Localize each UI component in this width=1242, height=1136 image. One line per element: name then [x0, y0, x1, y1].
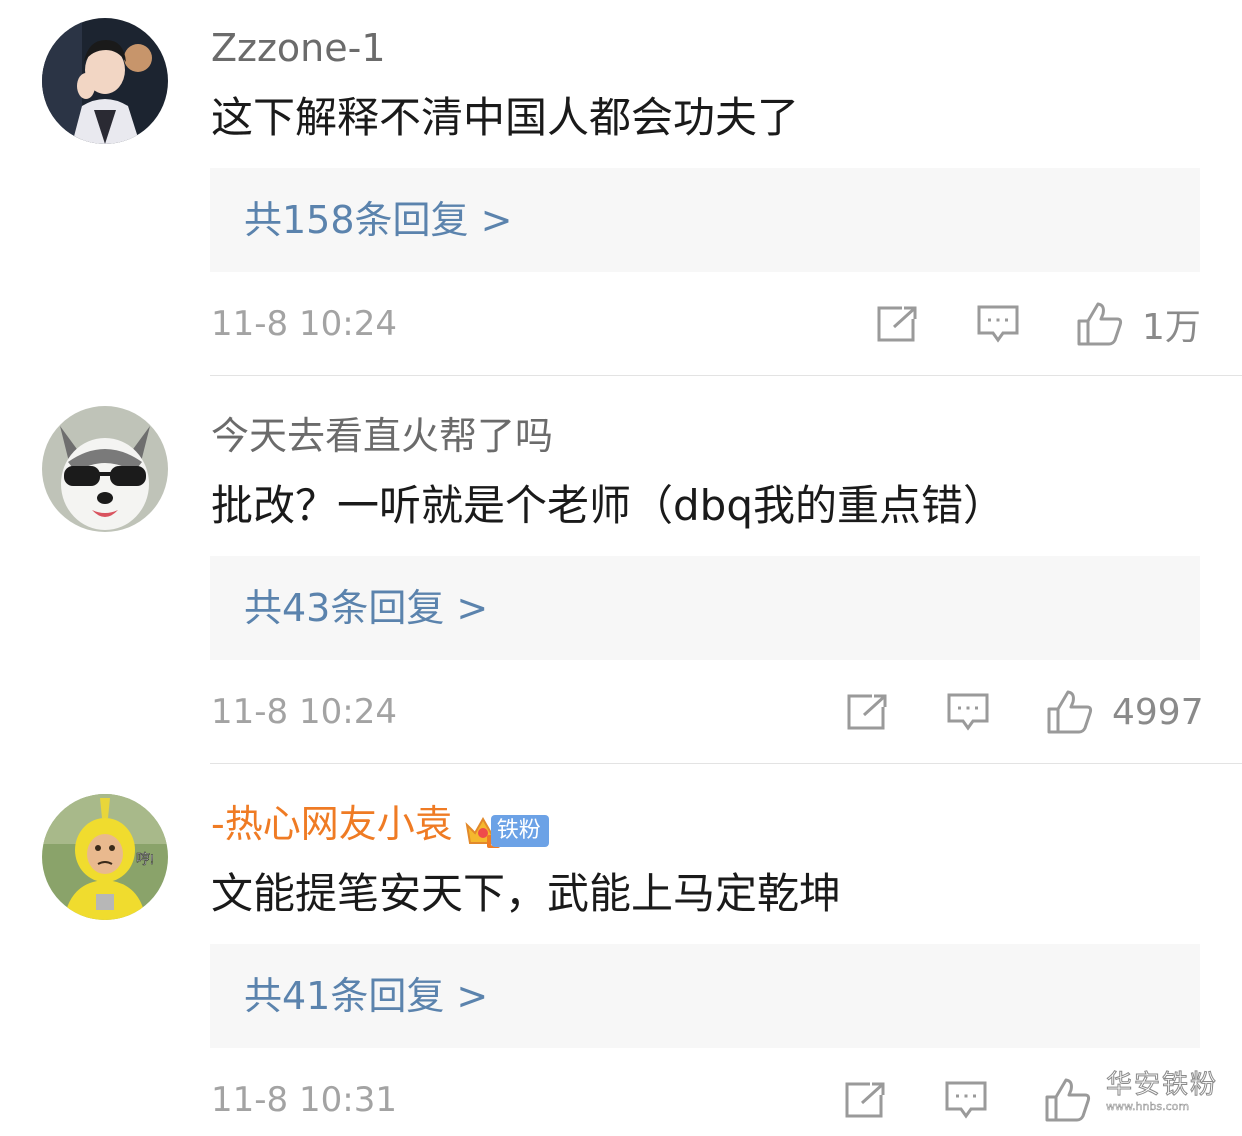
like-count: 4997	[1112, 691, 1204, 733]
comment-footer: 11-8 10:24 1万	[0, 294, 1242, 354]
replies-box[interactable]: 共43条回复 >	[210, 556, 1200, 660]
share-icon	[845, 1082, 885, 1118]
like-button[interactable]	[1044, 1070, 1110, 1130]
share-button[interactable]	[846, 682, 888, 742]
replies-box[interactable]: 共158条回复 >	[210, 168, 1200, 272]
timestamp: 11-8 10:24	[211, 304, 397, 344]
like-button[interactable]: 4997	[1046, 682, 1204, 742]
avatar[interactable]	[42, 18, 168, 144]
like-icon	[1045, 1078, 1091, 1122]
comment-icon	[945, 1081, 987, 1119]
view-replies-link[interactable]: 共43条回复 >	[244, 556, 488, 660]
like-icon	[1047, 690, 1093, 734]
avatar[interactable]: 哼!	[42, 794, 168, 920]
timestamp: 11-8 10:31	[211, 1080, 397, 1120]
watermark: 华安铁粉 www.hnbs.com	[1106, 1070, 1224, 1116]
comment-footer: 11-8 10:24 4997	[0, 682, 1242, 742]
comment-button[interactable]	[944, 1070, 988, 1130]
share-button[interactable]	[876, 294, 918, 354]
view-replies-link[interactable]: 共41条回复 >	[244, 944, 488, 1048]
username[interactable]: Zzzone-1	[211, 24, 386, 72]
share-icon	[847, 694, 887, 730]
like-button[interactable]: 1万	[1076, 294, 1201, 354]
comment-text: 这下解释不清中国人都会功夫了	[211, 93, 800, 142]
share-button[interactable]	[844, 1070, 886, 1130]
comment-footer: 11-8 10:31	[0, 1070, 1242, 1130]
watermark-url: www.hnbs.com	[1106, 1100, 1190, 1114]
view-replies-link[interactable]: 共158条回复 >	[244, 168, 512, 272]
comment-icon	[977, 305, 1019, 343]
comment-button[interactable]	[976, 294, 1020, 354]
avatar[interactable]	[42, 406, 168, 532]
divider	[210, 763, 1242, 764]
watermark-text: 华安铁粉	[1106, 1070, 1219, 1101]
fan-badge[interactable]: 5 铁粉	[463, 805, 549, 849]
comment-icon	[947, 693, 989, 731]
comment-text: 文能提笔安天下，武能上马定乾坤	[211, 869, 842, 918]
share-icon	[877, 306, 917, 342]
timestamp: 11-8 10:24	[211, 692, 397, 732]
svg-text:哼!: 哼!	[136, 851, 154, 867]
like-icon	[1077, 302, 1123, 346]
divider	[210, 375, 1242, 376]
like-count: 1万	[1142, 307, 1201, 348]
comment-button[interactable]	[946, 682, 990, 742]
comment-text: 批改？一听就是个老师（dbq我的重点错）	[211, 481, 1005, 530]
username[interactable]: 今天去看直火帮了吗	[211, 412, 553, 460]
badge-label: 铁粉	[490, 815, 549, 847]
username[interactable]: -热心网友小袁 5 铁粉	[211, 800, 549, 849]
username-text: -热心网友小袁	[211, 802, 453, 846]
replies-box[interactable]: 共41条回复 >	[210, 944, 1200, 1048]
